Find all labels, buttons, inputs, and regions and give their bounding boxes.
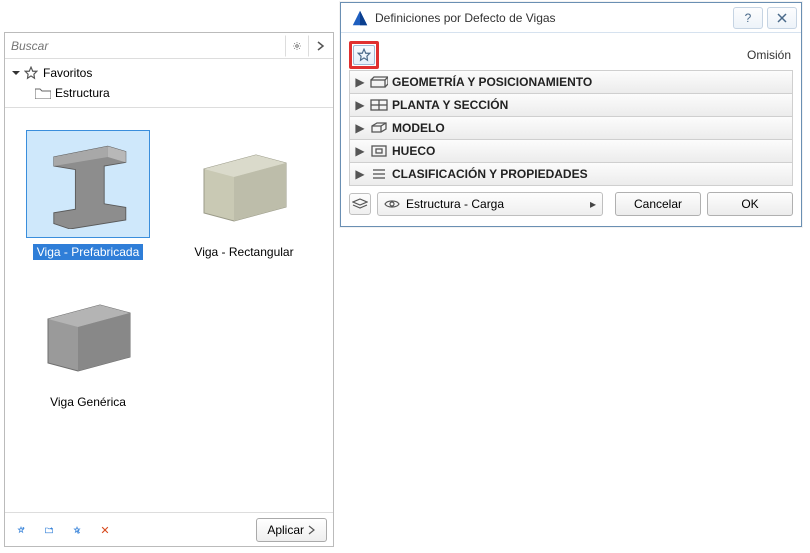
favorites-toolbar: Aplicar [5,512,333,546]
plan-section-icon [368,99,390,111]
section-geometria[interactable]: ▶ GEOMETRÍA Y POSICIONAMIENTO [349,70,793,94]
section-label: CLASIFICACIÓN Y PROPIEDADES [392,167,588,181]
delete-button[interactable] [95,520,115,540]
favorite-item-prefabricada[interactable]: Viga - Prefabricada [23,130,153,260]
tree-item-label: Estructura [55,86,110,100]
close-icon [776,12,788,24]
favorite-row: Omisión [349,39,793,71]
title-bar: Definiciones por Defecto de Vigas ? [341,3,801,33]
cancel-button[interactable]: Cancelar [615,192,701,216]
layer-selector[interactable]: Estructura - Carga ▸ [377,192,603,216]
apply-button[interactable]: Aplicar [256,518,327,542]
chevron-right-icon [316,41,326,51]
thumbnail-image [26,130,150,238]
settings-gear-button[interactable] [285,35,309,57]
layer-label: Estructura - Carga [406,197,504,211]
star-plus-icon [17,522,25,538]
dialog-footer: Estructura - Carga ▸ Cancelar OK [349,192,793,216]
favorite-item-rectangular[interactable]: Viga - Rectangular [179,130,309,260]
dialog-body: Omisión ▶ GEOMETRÍA Y POSICIONAMIENTO ▶ … [341,33,801,226]
search-row [5,33,333,59]
thumbnail-label: Viga Genérica [46,394,130,410]
star-icon [23,66,39,80]
dialog-title: Definiciones por Defecto de Vigas [375,11,729,25]
delete-x-icon [101,523,109,537]
favorites-panel: Favoritos Estructura Viga - Prefabricada [4,32,334,547]
tree-root-label: Favoritos [43,66,92,80]
favorites-tree: Favoritos Estructura [5,59,333,108]
thumbnail-label: Viga - Rectangular [190,244,297,260]
reset-favorite-button[interactable] [67,520,87,540]
list-icon [368,167,390,181]
section-label: PLANTA Y SECCIÓN [392,98,508,112]
tree-collapse-icon [11,68,21,78]
geometry-icon [368,75,390,89]
tree-item-estructura[interactable]: Estructura [7,83,331,103]
layers-icon [352,198,368,210]
section-label: MODELO [392,121,445,135]
chevron-right-icon: ▶ [354,167,366,181]
folder-plus-icon [45,523,53,537]
chevron-right-icon: ▶ [354,121,366,135]
favorites-popup-button[interactable] [349,41,379,69]
section-planta[interactable]: ▶ PLANTA Y SECCIÓN [349,93,793,117]
default-label: Omisión [747,48,793,62]
new-favorite-button[interactable] [11,520,31,540]
chevron-right-icon: ▶ [354,144,366,158]
star-reset-icon [73,522,81,538]
folder-icon [35,86,51,100]
chevron-right-icon: ▶ [354,75,366,89]
gear-icon [292,39,302,53]
beam-defaults-dialog: Definiciones por Defecto de Vigas ? Omis… [340,2,802,227]
model-icon [368,121,390,135]
eye-icon [384,198,400,210]
app-icon [351,9,369,27]
chevron-right-icon: ▸ [590,197,596,211]
section-label: HUECO [392,144,435,158]
new-folder-button[interactable] [39,520,59,540]
thumbnail-image [182,130,306,238]
section-hueco[interactable]: ▶ HUECO [349,139,793,163]
thumbnail-label: Viga - Prefabricada [33,244,144,260]
apply-label: Aplicar [267,523,304,537]
chevron-right-icon: ▶ [354,98,366,112]
close-button[interactable] [767,7,797,29]
expand-arrow-button[interactable] [309,35,333,57]
help-icon: ? [745,11,752,25]
favorites-grid: Viga - Prefabricada Viga - Rectangular [5,108,333,512]
section-clasificacion[interactable]: ▶ CLASIFICACIÓN Y PROPIEDADES [349,162,793,186]
help-button[interactable]: ? [733,7,763,29]
layers-icon-button[interactable] [349,193,371,215]
search-input[interactable] [5,37,285,55]
section-label: GEOMETRÍA Y POSICIONAMIENTO [392,75,592,89]
ok-button[interactable]: OK [707,192,793,216]
tree-root-favoritos[interactable]: Favoritos [7,63,331,83]
section-modelo[interactable]: ▶ MODELO [349,116,793,140]
thumbnail-image [26,280,150,388]
star-icon [357,48,371,62]
hole-icon [368,144,390,158]
favorite-item-generica[interactable]: Viga Genérica [23,280,153,410]
chevron-right-icon [308,525,316,535]
